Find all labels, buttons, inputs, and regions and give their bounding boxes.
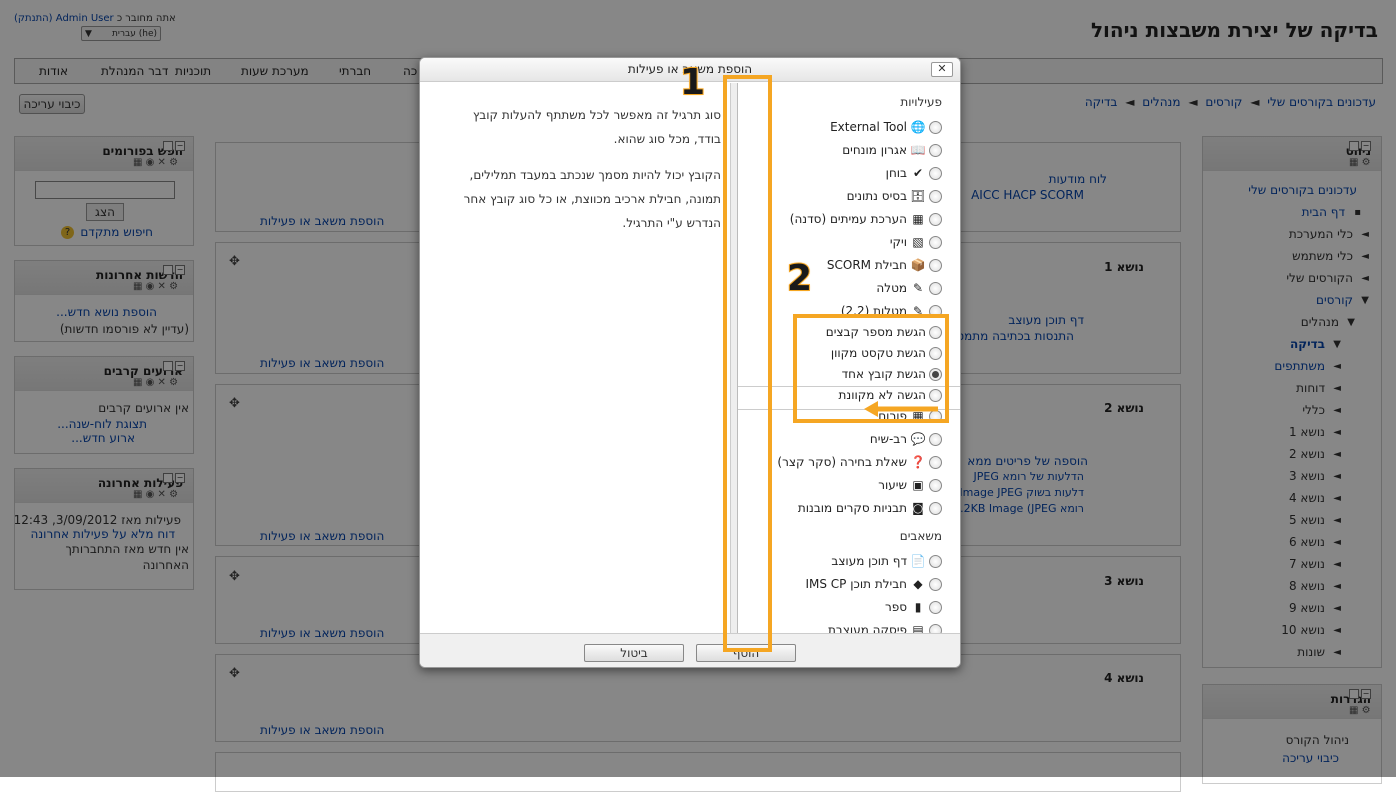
resource-option-label: חבילת תוכן IMS CP — [805, 577, 907, 591]
resource-option[interactable]: ◆ חבילת תוכן IMS CP — [805, 574, 942, 594]
radio-button[interactable] — [929, 455, 942, 469]
activity-option-label: רב-שיח — [869, 432, 907, 446]
group-activities-label: פעילויות — [900, 95, 942, 109]
activity-option-label: בסיס נתונים — [846, 189, 907, 203]
activity-type-icon: 📖 — [910, 143, 926, 157]
activity-option-label: External Tool — [830, 120, 907, 134]
activity-option-label: תבניות סקרים מובנות — [797, 501, 907, 515]
activity-type-icon: ◙ — [912, 501, 924, 515]
activity-option[interactable]: ◙ תבניות סקרים מובנות — [798, 498, 942, 518]
resource-option-label: פיסקה מעוצבת — [827, 623, 907, 633]
radio-button[interactable] — [929, 258, 942, 272]
annotation-label-2: 2 — [786, 257, 813, 300]
radio-button[interactable] — [929, 554, 942, 568]
activity-type-icon: ✎ — [912, 281, 924, 295]
activity-option[interactable]: ✔ בוחן — [886, 163, 942, 183]
activity-option-label: ויקי — [889, 235, 907, 249]
group-resources-label: משאבים — [899, 529, 942, 543]
dialog-footer: הוסף ביטול — [420, 633, 960, 667]
activity-type-icon: ✔ — [912, 166, 924, 180]
activity-type-icon: 🗄 — [910, 189, 926, 203]
activity-option[interactable]: 🗄 בסיס נתונים — [847, 186, 942, 206]
activity-option[interactable]: ✎ מטלה — [876, 278, 942, 298]
activity-type-icon: 📦 — [910, 258, 926, 272]
activity-option[interactable]: ▣ שיעור — [878, 475, 942, 495]
activity-option-label: מטלה — [876, 281, 907, 295]
activity-type-icon: ▣ — [912, 478, 924, 492]
radio-button[interactable] — [929, 281, 942, 295]
activity-option[interactable]: ▧ ויקי — [890, 232, 942, 252]
radio-button[interactable] — [929, 235, 942, 249]
resource-type-icon: ▤ — [912, 623, 924, 633]
radio-button[interactable] — [929, 166, 942, 180]
activity-type-icon: 💬 — [910, 432, 926, 446]
activity-type-icon: ❓ — [910, 455, 926, 469]
annotation-arrow-icon — [864, 401, 938, 417]
resource-option[interactable]: ▮ ספר — [885, 597, 942, 617]
activity-type-icon: ▧ — [912, 235, 924, 249]
activity-option[interactable]: ❓ שאלת בחירה (סקר קצר) — [777, 452, 942, 472]
resource-option[interactable]: 📄 דף תוכן מעוצב — [831, 551, 942, 571]
activity-option-label: חבילת SCORM — [826, 258, 907, 272]
close-icon[interactable]: ✕ — [931, 62, 953, 77]
annotation-box-1 — [723, 75, 772, 652]
description-paragraph-2: הקובץ יכול להיות מסמך שנכתב במעבד תמלילי… — [463, 168, 721, 230]
activity-option[interactable]: 💬 רב-שיח — [870, 429, 942, 449]
activity-option[interactable]: 🌐 External Tool — [830, 117, 942, 137]
radio-button[interactable] — [929, 623, 942, 633]
activity-option-label: הערכת עמיתים (סדנה) — [789, 212, 907, 226]
activity-option-label: בוחן — [885, 166, 907, 180]
resource-option-label: ספר — [884, 600, 907, 614]
resource-type-icon: ▮ — [914, 600, 922, 614]
activity-option-label: שיעור — [878, 478, 907, 492]
radio-button[interactable] — [929, 120, 942, 134]
radio-button[interactable] — [929, 600, 942, 614]
activity-option[interactable]: 📦 חבילת SCORM — [827, 255, 942, 275]
radio-button[interactable] — [929, 432, 942, 446]
resource-type-icon: ◆ — [913, 577, 923, 591]
radio-button[interactable] — [929, 478, 942, 492]
radio-button[interactable] — [929, 189, 942, 203]
resource-option[interactable]: ▤ פיסקה מעוצבת — [828, 620, 942, 633]
radio-button[interactable] — [929, 212, 942, 226]
resource-type-icon: 📄 — [910, 554, 926, 568]
activity-option[interactable]: ▦ הערכת עמיתים (סדנה) — [790, 209, 942, 229]
radio-button[interactable] — [929, 501, 942, 515]
activity-type-icon: 🌐 — [910, 120, 926, 134]
annotation-label-1: 1 — [679, 61, 706, 104]
radio-button[interactable] — [929, 577, 942, 591]
description-paragraph-1: סוג תרגיל זה מאפשר לכל משתתף להעלות קובץ… — [472, 108, 721, 146]
activity-type-icon: ▦ — [912, 212, 924, 226]
activity-option-label: שאלת בחירה (סקר קצר) — [777, 455, 907, 469]
cancel-button[interactable]: ביטול — [584, 644, 684, 662]
resource-option-label: דף תוכן מעוצב — [831, 554, 907, 568]
activity-description: סוג תרגיל זה מאפשר לכל משתתף להעלות קובץ… — [456, 103, 721, 247]
activity-option-label: אגרון מונחים — [842, 143, 907, 157]
radio-button[interactable] — [929, 143, 942, 157]
activity-option[interactable]: 📖 אגרון מונחים — [842, 140, 942, 160]
